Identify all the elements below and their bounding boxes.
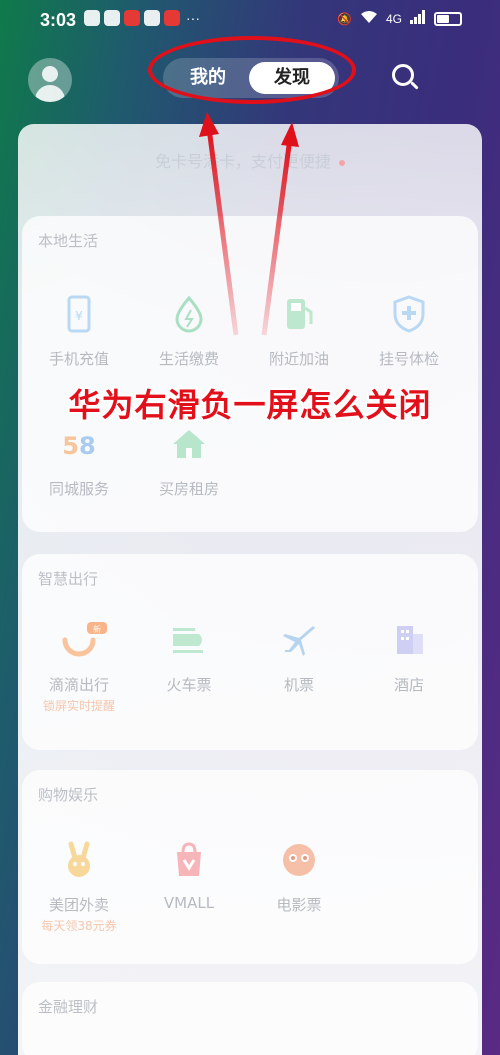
meituan-icon [59,840,99,880]
item-city-service[interactable]: 58 同城服务 [24,424,134,499]
item-phone-recharge[interactable]: ¥ 手机充值 [24,294,134,369]
network-label: 4G [385,11,402,26]
item-label: 生活缴费 [158,350,219,368]
huawei-notification-icon [84,10,100,26]
vmall-bag-icon [169,840,209,880]
avatar-head [42,66,58,82]
train-icon [169,620,209,660]
item-label: 美团外卖 [48,896,109,914]
item-train[interactable]: 火车票 [134,620,244,695]
item-hotel[interactable]: 酒店 [354,620,464,695]
qq-icon [144,10,160,26]
58-city-service-icon: 58 [59,424,99,464]
signal-icon [410,10,426,27]
item-label: 酒店 [393,676,424,694]
app-notification-icon [124,10,140,26]
didi-badge: 新 [93,624,101,634]
section-title: 购物娱乐 [38,786,99,804]
item-flight[interactable]: 机票 [244,620,354,695]
item-label: 滴滴出行 [48,676,109,694]
item-label: 同城服务 [48,480,109,498]
app-notification-icon [164,10,180,26]
item-didi[interactable]: 新 滴滴出行 锁屏实时提醒 [24,620,134,714]
item-vmall[interactable]: VMALL [134,840,244,912]
item-label: VMALL [163,894,215,912]
notification-icons: ··· [84,10,202,26]
item-movie[interactable]: 电影票 [244,840,354,915]
hotel-icon [389,620,429,660]
card-smart-travel: 智慧出行 新 滴滴出行 锁屏实时提醒 火车票 机票 酒店 [22,554,478,750]
avatar[interactable] [28,58,72,102]
airplane-icon [279,620,319,660]
gas-station-icon [279,294,319,334]
mute-icon: 🔕 [337,11,352,26]
status-bar: 3:03 ··· 🔕 4G [0,0,500,40]
search-icon[interactable] [392,64,422,94]
item-label: 机票 [283,676,314,694]
item-gas-station[interactable]: 附近加油 [244,294,354,369]
item-label: 手机充值 [48,350,109,368]
status-time: 3:03 [40,10,77,30]
item-sublabel: 每天领38元券 [41,919,117,933]
annotation-ellipse [148,36,356,104]
didi-icon: 新 [59,620,107,660]
card-local-life: 本地生活 ¥ 手机充值 生活缴费 附近加油 挂号体检 58 同城服务 买房租房 [22,216,478,532]
item-sublabel: 锁屏实时提醒 [42,699,115,713]
status-right: 🔕 4G [337,10,462,27]
wechat-icon [104,10,120,26]
banner-dot [339,159,345,166]
phone-recharge-icon: ¥ [59,294,99,334]
item-label: 买房租房 [158,480,219,498]
item-hospital[interactable]: 挂号体检 [354,294,464,369]
item-label: 电影票 [276,896,322,914]
card-shopping: 购物娱乐 美团外卖 每天领38元券 VMALL 电影票 [22,770,478,964]
item-label: 挂号体检 [378,350,439,368]
house-icon [169,424,209,464]
section-title: 智慧出行 [38,570,99,588]
wifi-icon [360,10,378,27]
item-label: 火车票 [166,676,212,694]
card-finance: 金融理财 [22,982,478,1055]
battery-icon [434,11,462,26]
overlay-caption: 华为右滑负一屏怎么关闭 [68,386,432,424]
section-title: 金融理财 [38,998,99,1016]
item-meituan[interactable]: 美团外卖 每天领38元券 [24,840,134,934]
svg-text:58: 58 [62,432,95,460]
item-label: 附近加油 [268,350,329,368]
item-utility-bill[interactable]: 生活缴费 [134,294,244,369]
section-title: 本地生活 [38,232,99,250]
utility-bill-icon [169,294,209,334]
item-house[interactable]: 买房租房 [134,424,244,499]
more-notifications-icon: ··· [186,10,200,26]
banner[interactable]: 免卡号添卡，支付更便捷 [18,148,482,172]
movie-ticket-icon [279,840,319,880]
content-panel: 免卡号添卡，支付更便捷 本地生活 ¥ 手机充值 生活缴费 附近加油 挂号体检 5… [18,124,482,1055]
avatar-body [35,85,65,102]
svg-text:¥: ¥ [75,309,83,323]
hospital-registration-icon [389,294,429,334]
banner-text: 免卡号添卡，支付更便捷 [154,152,331,171]
